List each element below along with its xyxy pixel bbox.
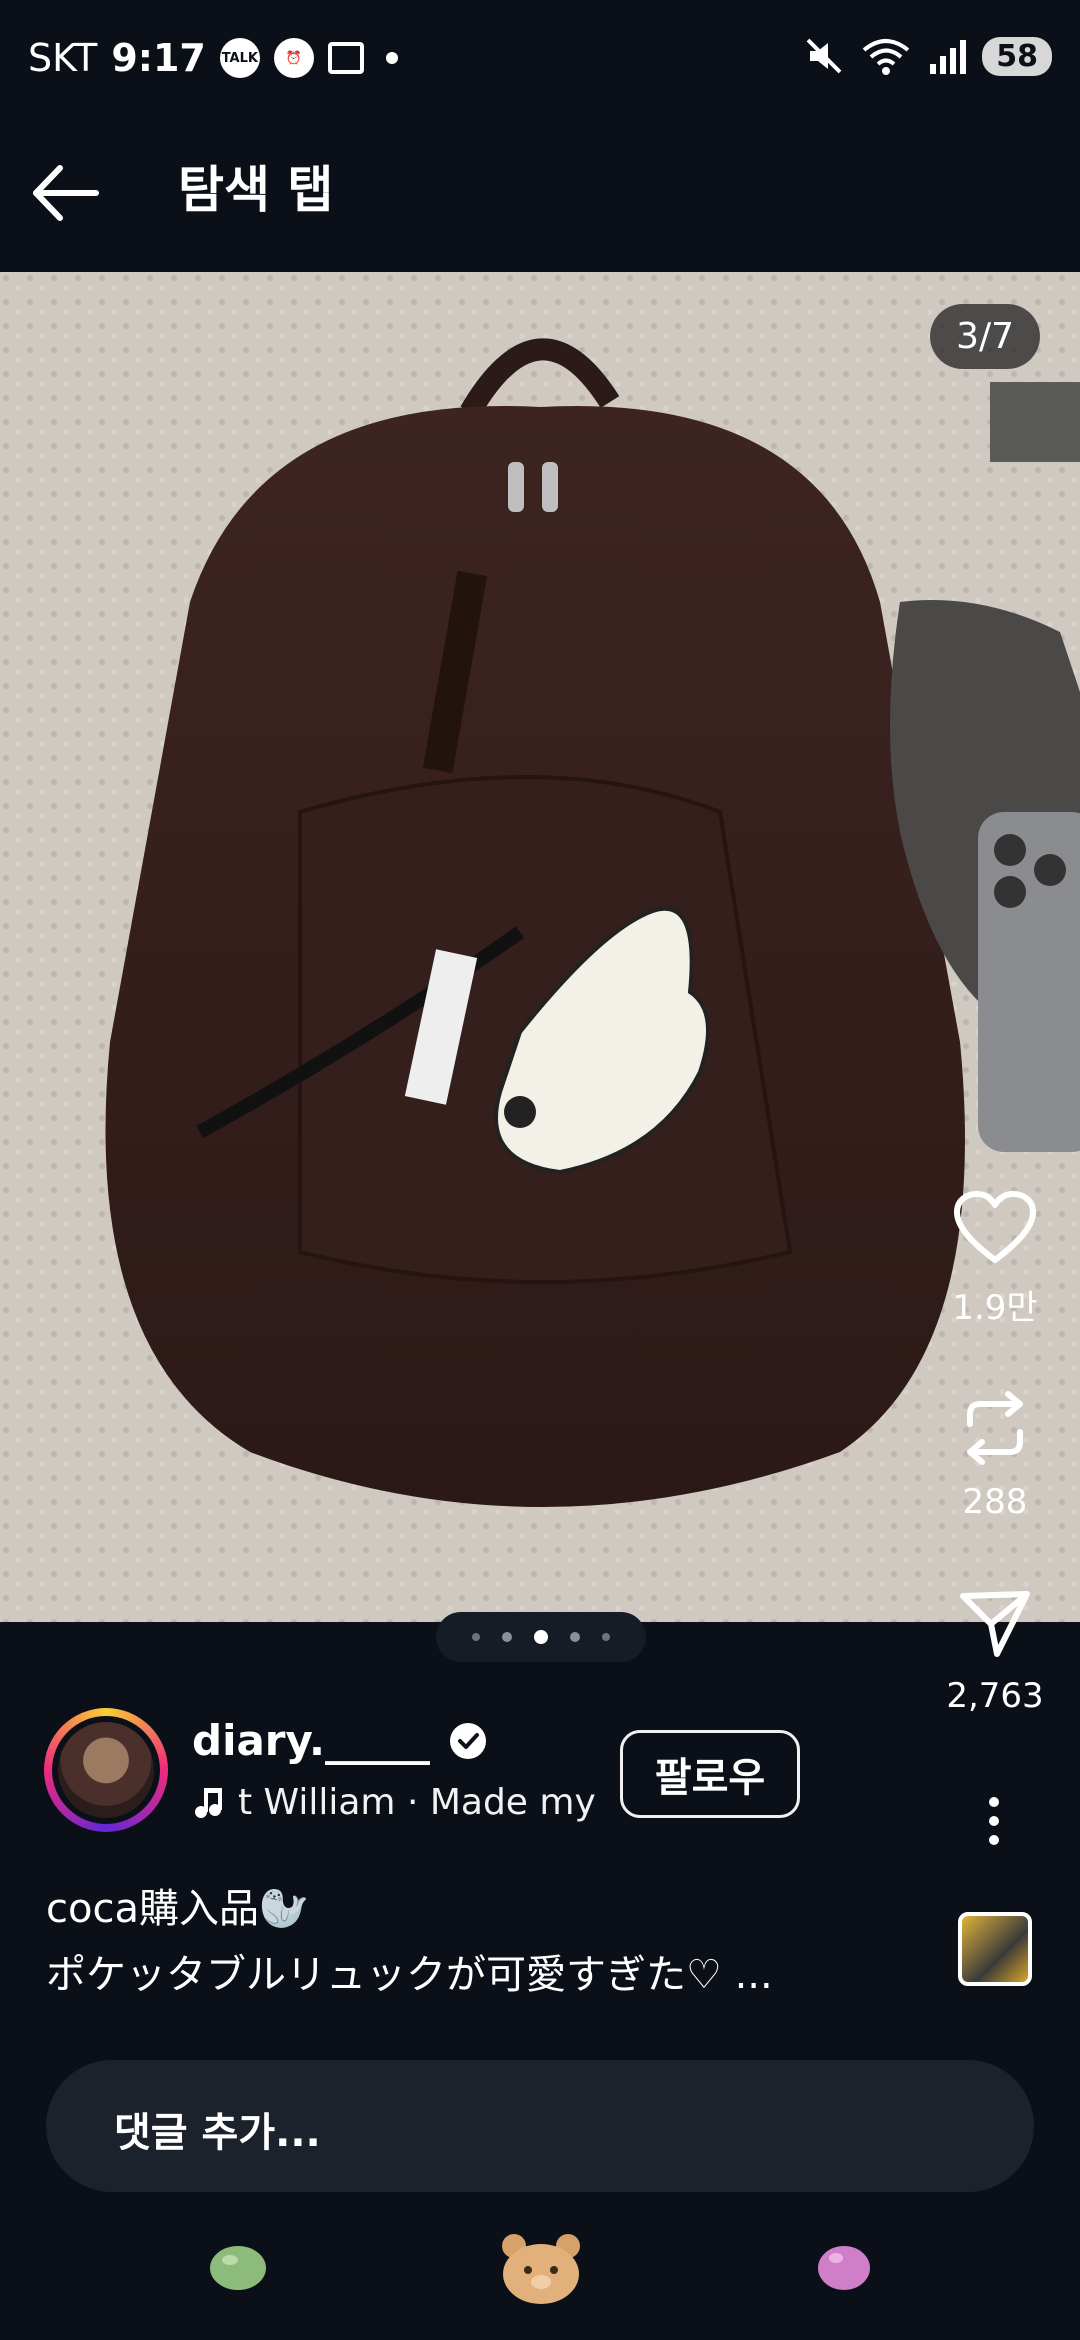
backpack-photo	[0, 272, 1080, 1622]
repost-action[interactable]: 288	[940, 1388, 1050, 1522]
battery-indicator: 58	[982, 36, 1052, 76]
carousel-indicator	[436, 1612, 646, 1662]
mute-icon	[806, 38, 842, 74]
share-action[interactable]: 2,763	[940, 1586, 1050, 1716]
carousel-dot	[570, 1632, 580, 1642]
like-action[interactable]: 1.9만	[940, 1190, 1050, 1329]
green-bean-icon[interactable]	[206, 2238, 270, 2298]
alarm-icon: ⏰	[273, 38, 314, 78]
audio-thumbnail[interactable]	[958, 1912, 1032, 1986]
page-title: 탐색 탭	[178, 161, 334, 219]
author-username[interactable]: diary._____	[192, 1716, 430, 1765]
like-count: 1.9만	[952, 1288, 1038, 1328]
carousel-dot	[502, 1632, 512, 1642]
music-note-icon	[195, 1787, 222, 1818]
post-image[interactable]: 3/7	[0, 272, 1080, 1622]
music-row[interactable]: t William · Made my	[192, 1782, 596, 1823]
follow-button[interactable]: 팔로우	[620, 1730, 800, 1818]
avatar	[52, 1716, 160, 1824]
share-count: 2,763	[946, 1676, 1044, 1716]
talk-notification-icon: TALK	[219, 38, 260, 78]
wifi-icon	[862, 39, 910, 75]
calendar-icon	[327, 42, 364, 74]
repost-count: 288	[962, 1482, 1028, 1522]
clock: 9:17	[111, 36, 206, 80]
caption-line-2[interactable]: ポケッタブルリュックが可愛すぎた♡ ...	[46, 1942, 773, 2000]
comment-input[interactable]: 댓글 추가...	[46, 2060, 1034, 2192]
author-row[interactable]: diary._____	[192, 1716, 488, 1765]
comment-placeholder: 댓글 추가...	[114, 2110, 321, 2156]
repost-icon[interactable]	[958, 1388, 1032, 1468]
top-app-bar: 탐색 탭	[0, 120, 1080, 270]
heart-icon[interactable]	[953, 1190, 1037, 1266]
caption-line-1[interactable]: coca購入品🦭	[46, 1876, 309, 1934]
bear-face-icon[interactable]	[498, 2232, 584, 2306]
author-avatar-ring[interactable]	[44, 1708, 168, 1832]
music-title: t William · Made my	[238, 1782, 596, 1823]
carousel-dot-active	[534, 1630, 548, 1644]
status-right: 58	[804, 36, 1052, 76]
signal-icon	[930, 40, 967, 74]
more-notifications-dot-icon	[385, 52, 398, 64]
verified-badge-icon	[450, 1722, 486, 1759]
send-icon[interactable]	[957, 1586, 1033, 1662]
carousel-dot	[472, 1633, 480, 1641]
avatar-image	[58, 1722, 154, 1818]
status-bar: SKT 9:17 TALK ⏰ 58	[0, 0, 1080, 120]
pink-bean-icon[interactable]	[814, 2238, 874, 2298]
more-vertical-icon[interactable]	[984, 1796, 1004, 1846]
carousel-counter: 3/7	[930, 304, 1040, 369]
carousel-dot	[602, 1633, 610, 1641]
carrier-label: SKT	[28, 36, 98, 80]
status-left: SKT 9:17 TALK ⏰	[28, 36, 398, 80]
arrow-left-icon[interactable]	[30, 158, 110, 228]
